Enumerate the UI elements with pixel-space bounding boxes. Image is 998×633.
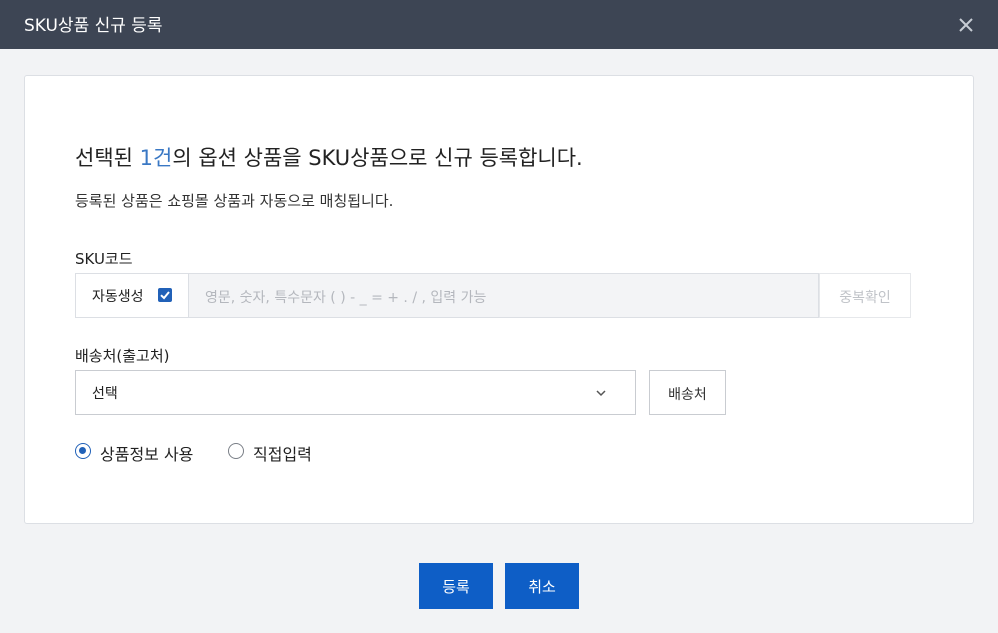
sku-code-input[interactable]: 영문, 숫자, 특수문자 ( ) - _ = + . / , 입력 가능 [188, 273, 819, 318]
auto-generate-checkbox[interactable] [158, 288, 172, 302]
sku-code-placeholder: 영문, 숫자, 특수문자 ( ) - _ = + . / , 입력 가능 [205, 290, 487, 306]
shipping-select[interactable]: 선택 [75, 370, 636, 415]
shipping-label: 배송처(출고처) [75, 347, 170, 365]
radio-use-product-info[interactable] [75, 443, 91, 459]
duplicate-check-button[interactable]: 중복확인 [819, 273, 911, 318]
headline: 선택된 1건의 옵션 상품을 SKU상품으로 신규 등록합니다. [75, 142, 583, 172]
close-icon[interactable] [956, 15, 976, 35]
shipping-button-label: 배송처 [668, 387, 707, 403]
duplicate-check-label: 중복확인 [839, 290, 891, 306]
subline: 등록된 상품은 쇼핑몰 상품과 자동으로 매칭됩니다. [75, 192, 394, 210]
register-button[interactable]: 등록 [419, 563, 493, 609]
dialog-title: SKU상품 신규 등록 [24, 16, 163, 36]
headline-prefix: 선택된 [75, 146, 140, 170]
sku-code-label: SKU코드 [75, 250, 133, 268]
radio-direct-input[interactable] [228, 443, 244, 459]
auto-generate-box[interactable]: 자동생성 [75, 273, 189, 318]
cancel-button[interactable]: 취소 [505, 563, 579, 609]
auto-generate-label: 자동생성 [92, 289, 144, 305]
dialog-titlebar: SKU상품 신규 등록 [0, 0, 998, 49]
shipping-select-value: 선택 [92, 386, 118, 402]
radio-use-product-info-label[interactable]: 상품정보 사용 [100, 441, 193, 465]
radio-direct-input-label[interactable]: 직접입력 [253, 441, 312, 465]
shipping-button[interactable]: 배송처 [649, 370, 726, 415]
selected-count: 1건 [139, 146, 173, 170]
cancel-button-label: 취소 [528, 578, 556, 596]
headline-suffix: 의 옵션 상품을 SKU상품으로 신규 등록합니다. [172, 146, 583, 170]
chevron-down-icon [594, 386, 608, 400]
register-button-label: 등록 [442, 578, 470, 596]
